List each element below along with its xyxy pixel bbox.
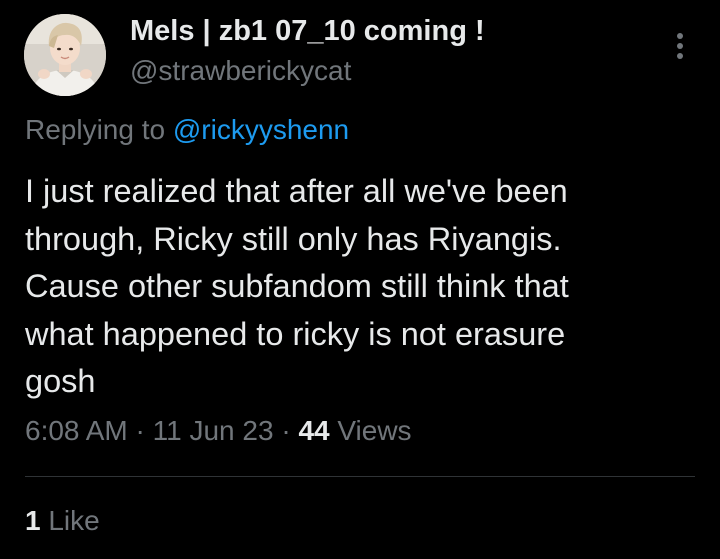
- tweet-meta: 6:08 AM · 11 Jun 23 · 44 Views: [25, 415, 412, 447]
- meta-separator: ·: [127, 415, 153, 446]
- likes-link[interactable]: 1 Like: [25, 505, 100, 537]
- author-display-name[interactable]: Mels | zb1 07_10 coming !: [130, 15, 485, 48]
- reply-mention-link[interactable]: @rickyyshenn: [173, 114, 349, 145]
- reply-prefix: Replying to: [25, 114, 173, 145]
- reply-context: Replying to @rickyyshenn: [25, 114, 349, 146]
- more-vertical-icon[interactable]: [670, 30, 690, 64]
- avatar-image: [24, 14, 106, 96]
- meta-separator: ·: [273, 415, 299, 446]
- tweet-time[interactable]: 6:08 AM: [25, 415, 128, 446]
- likes-label: Like: [40, 505, 100, 536]
- tweet-date[interactable]: 11 Jun 23: [153, 415, 274, 446]
- views-count: 44: [298, 415, 330, 446]
- tweet-text: I just realized that after all we've bee…: [25, 173, 569, 399]
- likes-count: 1: [25, 505, 41, 536]
- avatar[interactable]: [24, 14, 106, 96]
- divider: [25, 476, 695, 477]
- author-handle[interactable]: @strawberickycat: [130, 55, 351, 87]
- views-label: Views: [329, 415, 412, 446]
